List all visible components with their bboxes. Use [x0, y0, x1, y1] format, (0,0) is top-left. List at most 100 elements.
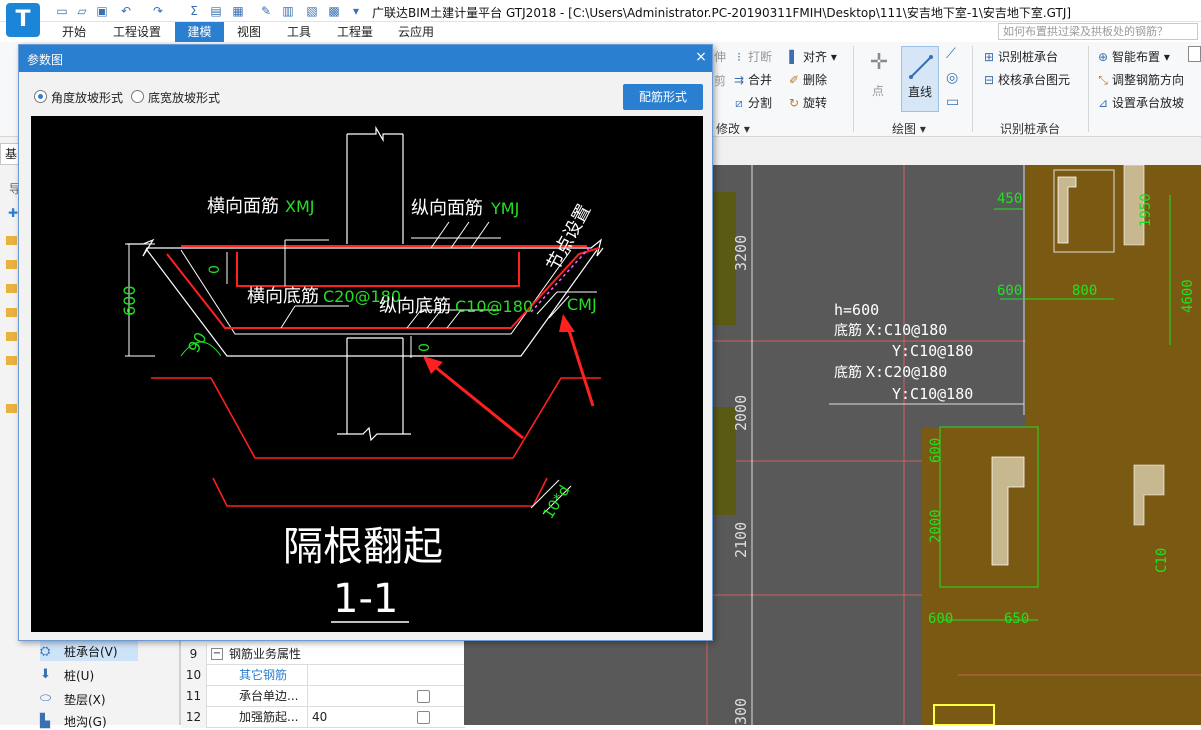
app-logo[interactable]: T — [6, 3, 40, 37]
annotation-text: X:C10@180 — [866, 321, 947, 339]
cushion-icon: ⬭ — [40, 691, 52, 706]
tab-start[interactable]: 开始 — [56, 22, 92, 42]
drawing-icon[interactable]: ▧ — [304, 3, 320, 19]
tab-tools[interactable]: 工具 — [281, 22, 317, 42]
close-icon[interactable]: × — [693, 49, 709, 65]
redo-icon[interactable]: ↷ — [150, 3, 166, 19]
sidebar-item-cushion[interactable]: 垫层(X) — [64, 691, 106, 708]
identify-icon: ⊞ — [983, 50, 995, 64]
undo-icon[interactable]: ↶ — [118, 3, 134, 19]
add-item-icon[interactable]: ✚ — [8, 206, 18, 220]
dim-text: 2100 — [732, 522, 750, 558]
polyline-icon[interactable]: ⟋ — [946, 46, 956, 62]
dim-text: 3200 — [732, 235, 750, 271]
set-cap-slope-button[interactable]: ⊿ 设置承台放坡 — [1096, 94, 1184, 111]
table-row[interactable]: 9 − 钢筋业务属性 — [181, 644, 465, 665]
split-button[interactable]: ⧄ 分割 — [732, 94, 772, 111]
delete-label: 删除 — [803, 73, 828, 87]
sidebar-item-pile[interactable]: 桩(U) — [64, 667, 94, 684]
radio-bottom-width-slope-label[interactable]: 底宽放坡形式 — [148, 89, 220, 106]
trench-icon: ▙ — [40, 714, 50, 729]
layers-icon[interactable]: ▩ — [326, 3, 342, 19]
rebar-form-button[interactable]: 配筋形式 — [623, 84, 703, 110]
annotation-prefix: 底筋 — [834, 322, 862, 339]
sidebar-item-trench[interactable]: 地沟(G) — [64, 713, 107, 730]
ribbon-separator — [972, 46, 973, 132]
open-file-icon[interactable]: ▱ — [74, 3, 90, 19]
identify-pile-cap-button[interactable]: ⊞ 识别桩承台 — [982, 48, 1058, 65]
check-cap-button[interactable]: ⊟ 校核承台图元 — [982, 71, 1070, 88]
tab-quantities[interactable]: 工程量 — [331, 22, 379, 42]
pile-icon: ⬇ — [40, 667, 51, 682]
quick-access-dropdown-icon[interactable]: ▾ — [348, 3, 364, 19]
rectangle-icon[interactable]: ▭ — [946, 94, 959, 110]
tab-project-settings[interactable]: 工程设置 — [107, 22, 167, 42]
table-icon[interactable]: ▤ — [208, 3, 224, 19]
ribbon-scroll-handle[interactable] — [1188, 46, 1201, 62]
property-checkbox[interactable] — [417, 690, 430, 703]
align-label: 对齐 — [803, 50, 828, 64]
ribbon-separator — [853, 46, 854, 132]
merge-button[interactable]: ⇉ 合并 — [732, 71, 772, 88]
table-row[interactable]: 10 其它钢筋 — [181, 665, 465, 686]
dim-text: C10 — [1154, 548, 1170, 573]
property-name[interactable]: 其它钢筋 — [239, 665, 287, 686]
top-bar-code: XMJ — [285, 197, 314, 216]
adjust-icon: ⤡ — [1098, 73, 1108, 87]
property-checkbox[interactable] — [417, 711, 430, 724]
property-value[interactable] — [307, 665, 403, 686]
split-icon: ⧄ — [735, 96, 743, 110]
adjust-rebar-direction-button[interactable]: ⤡ 调整钢筋方向 — [1096, 71, 1184, 88]
grid-icon[interactable]: ▥ — [280, 3, 296, 19]
ribbon-trim-partial[interactable]: 剪 — [714, 72, 726, 89]
break-button[interactable]: ⁝ 打断 — [732, 48, 772, 65]
circle-icon[interactable]: ◎ — [946, 70, 958, 86]
smart-layout-button[interactable]: ⊕ 智能布置 ▾ — [1096, 48, 1170, 65]
section-diagram: 横向面筋 XMJ 纵向面筋 YMJ 节点设置 CMJ 横向底筋 C20@180 … — [120, 125, 604, 623]
radio-bottom-width-slope[interactable] — [131, 90, 144, 103]
annotation-prefix: 底筋 — [834, 364, 862, 381]
point-tool-icon[interactable]: ✛ — [864, 48, 894, 78]
identify-pile-cap-label: 识别桩承台 — [998, 50, 1059, 64]
align-button[interactable]: ▌ 对齐 ▾ — [787, 48, 836, 65]
dialog-titlebar[interactable] — [19, 45, 712, 72]
help-search-input[interactable]: 如何布置拱过梁及拱板处的钢筋？ — [998, 23, 1198, 40]
window-title: 广联达BIM土建计量平台 GTJ2018 - [C:\Users\Adminis… — [372, 6, 1072, 20]
merge-label: 合并 — [748, 73, 773, 87]
annotation-text: h=600 — [834, 301, 879, 319]
row-number: 11 — [181, 686, 207, 707]
sum-icon[interactable]: Σ — [186, 3, 202, 19]
tab-cloud[interactable]: 云应用 — [392, 22, 440, 42]
delete-button[interactable]: ✐ 删除 — [787, 71, 827, 88]
group-label-modify: 修改 ▾ — [716, 122, 750, 136]
rotate-button[interactable]: ↻ 旋转 — [787, 94, 827, 111]
tab-modeling[interactable]: 建模 — [175, 22, 224, 42]
bottom-bar-label: 横向底筋 — [247, 286, 319, 307]
dim-text: 300 — [732, 698, 750, 725]
cover-dim: 0 — [417, 343, 433, 352]
new-file-icon[interactable]: ▭ — [54, 3, 70, 19]
ribbon-extend-partial[interactable]: 伸 — [714, 48, 726, 65]
parameter-diagram-dialog: 参数图 × 角度放坡形式 底宽放坡形式 配筋形式 横向面筋 XMJ 纵向面筋 Y… — [18, 44, 713, 641]
title-bar: ▭ ▱ ▣ ↶ ↷ Σ ▤ ▦ ✎ ▥ ▧ ▩ ▾ 广联达BIM土建计量平台 G… — [0, 0, 1201, 22]
collapse-toggle[interactable]: − — [211, 648, 223, 660]
radio-angle-slope-label[interactable]: 角度放坡形式 — [51, 89, 123, 106]
sidebar-item-label[interactable]: 桩承台(V) — [64, 643, 118, 660]
align-icon: ▌ — [789, 50, 799, 64]
radio-angle-slope[interactable] — [34, 90, 47, 103]
merge-icon: ⇉ — [733, 73, 745, 87]
pen-icon[interactable]: ✎ — [258, 3, 274, 19]
top-bar-label: 横向面筋 — [207, 196, 279, 217]
table-row[interactable]: 11 承台单边... — [181, 686, 465, 707]
dim-text: 800 — [1072, 283, 1097, 299]
smart-layout-icon: ⊕ — [1097, 50, 1109, 64]
long-top-label: 纵向面筋 — [411, 198, 483, 219]
property-value[interactable] — [307, 686, 403, 707]
save-icon[interactable]: ▣ — [94, 3, 110, 19]
point-tool-label[interactable]: 点 — [872, 82, 884, 99]
line-tool-button[interactable]: 直线 — [901, 46, 939, 112]
dim-text: 650 — [1004, 611, 1029, 627]
line-tool-icon — [909, 55, 933, 79]
tab-view[interactable]: 视图 — [231, 22, 267, 42]
report-icon[interactable]: ▦ — [230, 3, 246, 19]
